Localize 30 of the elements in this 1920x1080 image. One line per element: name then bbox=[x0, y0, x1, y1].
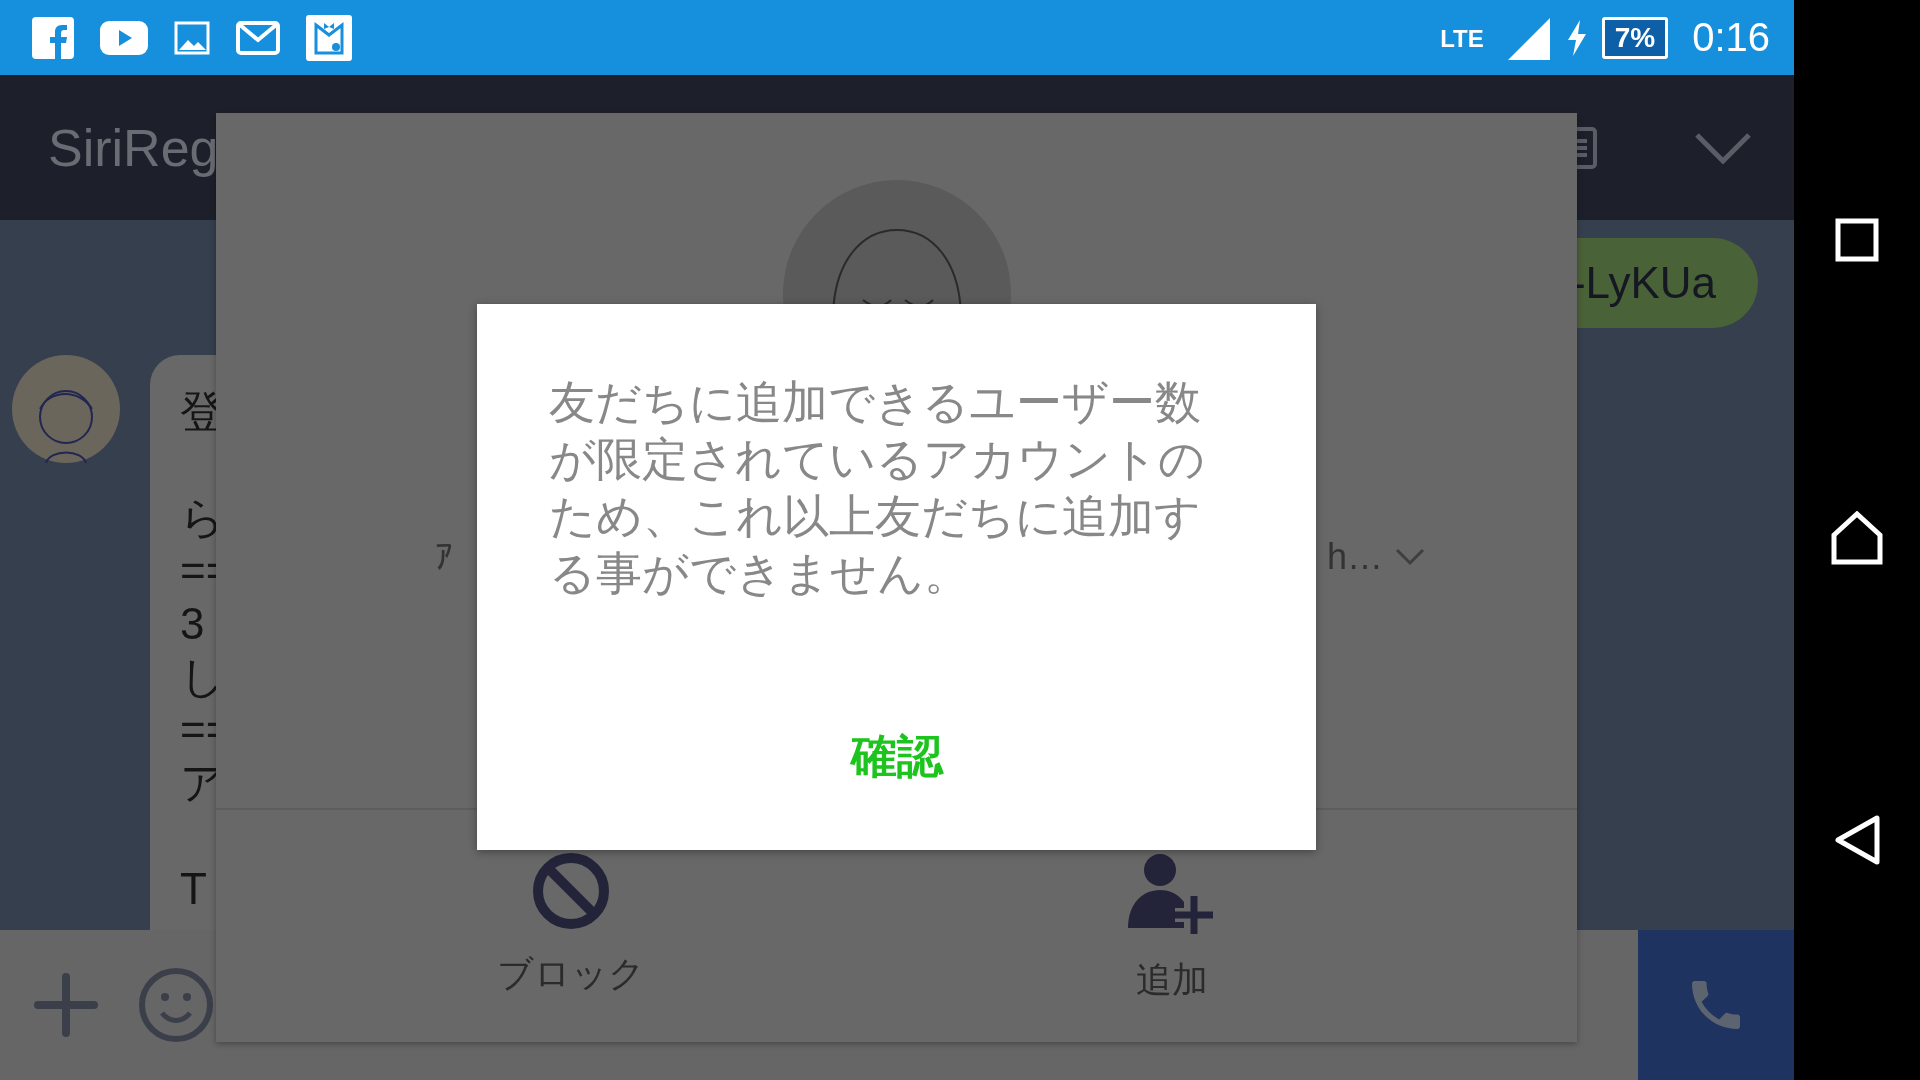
avatar-icon bbox=[12, 355, 120, 463]
charging-icon bbox=[1565, 19, 1588, 56]
message-text: し bbox=[180, 651, 226, 703]
call-button[interactable] bbox=[1638, 930, 1794, 1080]
mail-icon bbox=[236, 20, 280, 55]
chevron-down-icon[interactable] bbox=[1395, 548, 1425, 566]
clock: 0:16 bbox=[1692, 15, 1770, 60]
smiley-icon[interactable] bbox=[138, 967, 214, 1043]
confirm-button[interactable]: 確認 bbox=[820, 706, 973, 808]
recents-icon[interactable] bbox=[1835, 218, 1879, 262]
message-text: T bbox=[180, 863, 208, 915]
profile-avatar-icon bbox=[782, 180, 1011, 304]
home-icon[interactable] bbox=[1830, 511, 1884, 565]
network-type: LTE bbox=[1440, 25, 1484, 53]
chat-title: SiriReg bbox=[48, 117, 220, 178]
add-friend-button[interactable]: 追加 bbox=[1127, 852, 1216, 1005]
add-person-icon bbox=[1127, 852, 1216, 936]
back-icon[interactable] bbox=[1833, 814, 1881, 866]
message-text: 3 bbox=[180, 598, 206, 650]
menu-icon[interactable] bbox=[1575, 126, 1597, 169]
plus-icon[interactable] bbox=[34, 973, 98, 1037]
image-icon bbox=[174, 20, 210, 55]
battery-indicator: 7% bbox=[1601, 16, 1669, 59]
message-text: ら bbox=[180, 492, 226, 544]
facebook-icon bbox=[32, 16, 74, 59]
chevron-down-icon[interactable] bbox=[1694, 131, 1752, 164]
block-button[interactable]: ブロック bbox=[497, 852, 646, 999]
dialog-message: 友だちに追加できるユーザー数が限定されているアカウントのため、これ以上友だちに追加する事ができません。 bbox=[549, 375, 1206, 601]
play-icon bbox=[100, 20, 148, 55]
block-icon bbox=[532, 852, 611, 930]
